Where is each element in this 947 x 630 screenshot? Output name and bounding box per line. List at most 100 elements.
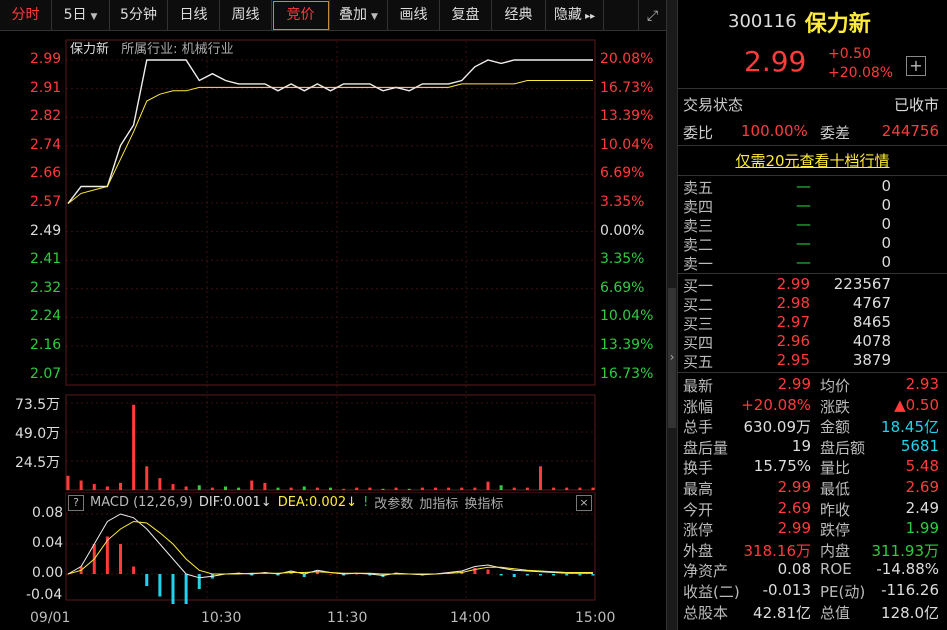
price-tick: 2.24 [30,308,62,325]
stat-row: 最新 2.99 均价 2.93 [678,374,947,395]
macd-bar [499,574,503,576]
ask-row[interactable]: 卖二 —0 [678,233,947,254]
tab-2[interactable]: 5分钟 [110,0,168,31]
macd-bar [525,574,529,576]
chart-area [0,31,666,630]
bid-row[interactable]: 买五 2.95 3879 [678,350,947,371]
stat-value: 2.99 [777,519,811,538]
pct-tick: 10.04% [600,308,654,325]
collapse-chevron-icon[interactable]: › [667,350,677,364]
tab-1[interactable]: 5日 ▼ [52,0,110,31]
book-volume: 0 [881,215,891,233]
swap-indicator-button[interactable]: 换指标 [464,493,503,512]
price-series-line [67,59,593,205]
stat-value: 5.48 [905,457,939,476]
book-volume: 223567 [833,275,891,293]
macd-dif: DIF:0.001↓ [198,495,272,510]
stat-value: -14.88% [876,560,939,579]
price-tick: 2.66 [30,165,62,182]
stat-label: 今开 [683,500,714,519]
intraday-chart[interactable] [0,31,666,630]
ask-row[interactable]: 卖一 — 0 [678,252,947,273]
stat-value: -116.26 [881,581,939,599]
close-icon[interactable]: × [576,494,592,511]
add-indicator-button[interactable]: 加指标 [419,493,458,512]
stat-label: 昨收 [820,500,851,519]
tab-6[interactable]: 叠加 ▼ [330,0,388,31]
book-price: 2.95 [776,351,810,369]
book-volume: 4078 [852,332,891,350]
time-tick: 15:00 [575,610,616,626]
stat-row: 涨停 2.99 跌停 1.99 [678,518,947,539]
book-volume: 0 [881,177,891,195]
stat-label: 最高 [683,480,714,498]
volume-bar [210,487,214,490]
book-price: 2.96 [776,332,810,350]
chevron-down-icon: ▼ [90,12,98,22]
volume-bar [237,487,241,490]
tab-8[interactable]: 复盘 [440,0,492,31]
price-tick: 2.74 [30,136,62,153]
tab-7[interactable]: 画线 [388,0,440,31]
volume-bar [394,487,398,490]
ask-row[interactable]: 卖五 —0 [678,176,947,197]
bid-row[interactable]: 买四 2.96 4078 [678,331,947,352]
tab-label: 经典 [504,7,533,23]
tab-label: 隐藏 [553,7,582,23]
tab-3[interactable]: 日线 [168,0,220,31]
stat-row: 换手 15.75% 量比 5.48 [678,456,947,477]
tab-0[interactable]: 分时 [0,0,52,31]
volume-bar [315,487,319,490]
pct-tick: 13.39% [600,108,654,125]
stat-value: 2.69 [905,478,939,496]
add-watchlist-button[interactable]: + [906,56,926,76]
chevron-down-icon: ▼ [371,12,378,22]
stat-label: 外盘 [683,541,714,560]
stat-label: 涨幅 [683,397,714,416]
help-icon[interactable]: ? [68,494,84,511]
macd-bar [158,574,162,597]
tab-10[interactable]: 隐藏 ▸▸ [546,0,604,31]
expand-icon[interactable]: ⤢ [638,0,666,31]
book-level-label: 买五 [683,353,714,371]
volume-bar [79,480,83,490]
stat-value: 2.99 [777,478,811,496]
macd-bar [145,574,149,586]
status-value: 已收市 [893,96,939,114]
stat-value: 0.08 [777,560,811,579]
panel-divider[interactable]: › [666,0,678,630]
edit-params-button[interactable]: 改参数 [374,493,413,512]
bid-row[interactable]: 买二 2.98 4767 [678,293,947,314]
macd-bar [591,574,595,576]
wb-label: 委比 [683,124,714,142]
promo-link[interactable]: 仅需20元查看十档行情 [735,152,889,170]
stat-label: 盘后量 [683,438,729,457]
tab-4[interactable]: 周线 [220,0,272,31]
stock-name: 保力新 [804,11,871,37]
stat-value: 318.16万 [743,541,812,560]
volume-bar [342,488,346,490]
ask-row[interactable]: 卖四 —0 [678,195,947,216]
stat-value: 128.0亿 [881,603,939,622]
macd-bar [578,574,582,576]
promo-row[interactable]: 仅需20元查看十档行情 [678,150,947,171]
macd-dea: DEA:0.002↓ [277,495,358,510]
stat-row: 涨幅 +20.08% 涨跌 ▲0.50 [678,395,947,416]
bid-row[interactable]: 买一 2.99 223567 [678,274,947,295]
stat-row: 今开 2.69 昨收 2.49 [678,498,947,519]
price-tick: 2.99 [30,51,62,67]
double-chevron-right-icon[interactable]: ▸▸ [582,11,595,22]
pct-tick: 3.35% [600,194,645,210]
ask-row[interactable]: 卖三 —0 [678,214,947,235]
macd-name[interactable]: MACD (12,26,9) [90,495,193,510]
bid-row[interactable]: 买三 2.97 8465 [678,312,947,333]
tab-label: 5日 [63,7,87,23]
price-tick: 2.57 [30,194,62,210]
tab-5[interactable]: 竞价 [272,0,330,31]
volume-bar [105,486,109,490]
tab-9[interactable]: 经典 [492,0,546,31]
stat-value: 2.99 [777,375,811,393]
macd-bar [512,574,516,577]
macd-tick: -0.04 [26,587,63,603]
volume-bar [197,485,201,490]
